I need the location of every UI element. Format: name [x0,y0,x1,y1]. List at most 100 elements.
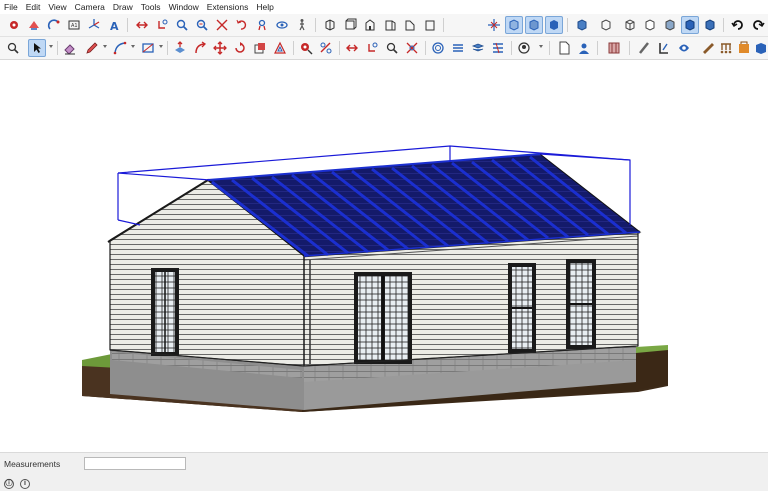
section-plane-icon[interactable] [485,16,503,34]
scale-icon[interactable] [193,16,211,34]
separator [549,41,550,55]
undo-icon[interactable] [749,16,767,34]
pan-icon[interactable] [273,16,291,34]
eraser-icon[interactable] [25,16,43,34]
tape-measure-icon[interactable] [297,39,315,57]
arc-icon[interactable] [111,39,129,57]
section-fill-icon[interactable] [545,16,563,34]
separator [629,41,630,55]
x-ray-icon[interactable] [573,16,591,34]
text-icon[interactable]: A1 [65,16,83,34]
follow-me-icon[interactable] [191,39,209,57]
separator [425,41,426,55]
3d-text-icon[interactable]: A [105,16,123,34]
account-icon[interactable] [575,39,593,57]
orbit-icon[interactable] [383,39,401,57]
menu-draw[interactable]: Draw [109,0,137,14]
scenes-icon[interactable] [699,39,717,57]
svg-text:A1: A1 [71,23,78,29]
protractor-icon[interactable] [343,39,361,57]
redo-icon[interactable] [729,16,747,34]
3d-warehouse-icon[interactable] [429,39,447,57]
tags-icon[interactable] [675,39,693,57]
top-view-icon[interactable] [341,16,359,34]
component-icon[interactable] [45,16,63,34]
eraser-icon[interactable] [61,39,79,57]
hidden-line-icon[interactable] [641,16,659,34]
chevron-down-icon[interactable] [539,45,543,48]
rotate-icon[interactable] [173,16,191,34]
wireframe-icon[interactable] [621,16,639,34]
info-icon[interactable]: i [20,479,30,489]
separator [723,18,724,32]
menu-tools[interactable]: Tools [137,0,165,14]
offset-icon[interactable] [271,39,289,57]
push-pull-icon[interactable] [171,39,189,57]
chevron-down-icon[interactable] [159,45,163,48]
move-icon[interactable] [153,16,171,34]
shaded-icon[interactable] [661,16,679,34]
zoom-extents-icon[interactable] [403,39,421,57]
measurements-label: Measurements [4,459,61,469]
chevron-down-icon[interactable] [49,45,53,48]
shape-icon[interactable] [139,39,157,57]
menu-window[interactable]: Window [165,0,203,14]
display-section-planes-icon[interactable] [505,16,523,34]
axes-icon[interactable] [85,16,103,34]
orbit-icon[interactable] [253,16,271,34]
geo-location-icon[interactable] [515,39,533,57]
geo-location-status-icon[interactable]: ⓘ [4,479,14,489]
svg-text:A: A [110,20,119,32]
drawing-area[interactable] [0,60,768,452]
iso-view-icon[interactable] [321,16,339,34]
text-icon[interactable] [363,39,381,57]
menu-camera[interactable]: Camera [71,0,109,14]
push-pull-icon[interactable] [133,16,151,34]
dimension-icon[interactable] [317,39,335,57]
window-side-2[interactable] [566,259,596,349]
scale-icon[interactable] [251,39,269,57]
menu-file[interactable]: File [0,0,22,14]
chevron-down-icon[interactable] [131,45,135,48]
back-view-icon[interactable] [401,16,419,34]
extension-manager-icon[interactable] [489,39,507,57]
follow-me-icon[interactable] [213,16,231,34]
styles-icon[interactable] [655,39,673,57]
extension-warehouse-icon[interactable] [449,39,467,57]
window-gable[interactable] [151,268,179,356]
menu-extensions[interactable]: Extensions [203,0,253,14]
separator [57,41,58,55]
monochrome-icon[interactable] [701,16,719,34]
entity-info-icon[interactable] [735,39,753,57]
separator [339,41,340,55]
chevron-down-icon[interactable] [103,45,107,48]
left-view-icon[interactable] [421,16,439,34]
patio-door[interactable] [354,272,412,364]
back-edges-icon[interactable] [597,16,615,34]
offset-icon[interactable] [233,16,251,34]
measurements-field[interactable] [84,457,186,470]
right-view-icon[interactable] [381,16,399,34]
toolbar-main: A1 A [0,14,768,37]
move-icon[interactable] [211,39,229,57]
menu-view[interactable]: View [44,0,70,14]
layout-icon[interactable] [469,39,487,57]
front-view-icon[interactable] [361,16,379,34]
outliner-icon[interactable] [717,39,735,57]
window-side-1[interactable] [508,263,536,353]
display-section-cuts-icon[interactable] [525,16,543,34]
menu-help[interactable]: Help [252,0,277,14]
components-icon[interactable] [635,39,653,57]
rotate-icon[interactable] [231,39,249,57]
menu-bar: File Edit View Camera Draw Tools Window … [0,0,768,14]
new-file-icon[interactable] [555,39,573,57]
instructor-icon[interactable] [752,39,768,57]
menu-edit[interactable]: Edit [22,0,45,14]
walk-icon[interactable] [293,16,311,34]
pencil-icon[interactable] [83,39,101,57]
shaded-textures-icon[interactable] [681,16,699,34]
materials-icon[interactable] [605,39,623,57]
select-icon[interactable] [5,16,23,34]
zoom-icon[interactable] [4,39,22,57]
select-icon[interactable] [28,39,46,57]
